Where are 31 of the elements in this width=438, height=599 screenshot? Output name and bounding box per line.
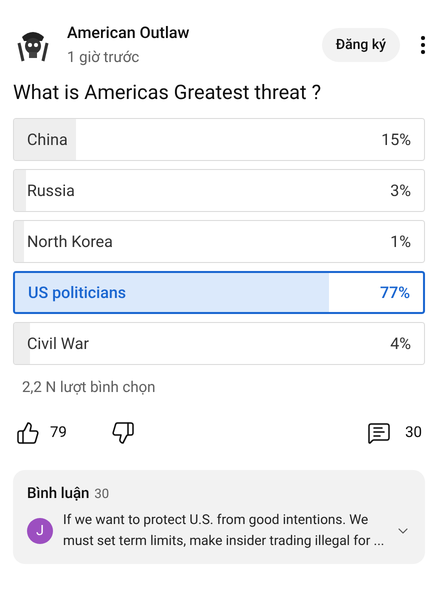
subscribe-button[interactable]: Đăng ký bbox=[322, 28, 400, 62]
like-icon[interactable] bbox=[16, 420, 40, 444]
user-avatar: J bbox=[27, 518, 53, 544]
poll-option[interactable]: North Korea 1% bbox=[13, 220, 425, 263]
option-label: China bbox=[27, 128, 68, 150]
comment-count: 30 bbox=[405, 422, 422, 444]
post-time: 1 giờ trước bbox=[67, 47, 140, 68]
option-label: Russia bbox=[27, 180, 75, 202]
comments-count: 30 bbox=[94, 486, 110, 504]
comment-icon[interactable] bbox=[367, 420, 392, 444]
option-percent: 4% bbox=[390, 332, 411, 354]
poll-option[interactable]: US politicians 77% bbox=[13, 271, 425, 314]
like-count: 79 bbox=[50, 422, 67, 444]
poll-question: What is Americas Greatest threat ? bbox=[12, 79, 322, 106]
poll-option[interactable]: China 15% bbox=[13, 118, 425, 161]
option-percent: 15% bbox=[381, 128, 411, 150]
option-label: Civil War bbox=[27, 332, 89, 354]
poll-option[interactable]: Russia 3% bbox=[13, 169, 425, 212]
option-percent: 77% bbox=[380, 282, 410, 304]
vote-count: 2,2 N lượt bình chọn bbox=[21, 377, 156, 398]
author-name[interactable]: American Outlaw bbox=[67, 22, 322, 44]
poll-option[interactable]: Civil War 4% bbox=[13, 322, 425, 365]
option-percent: 3% bbox=[390, 180, 411, 202]
option-label: North Korea bbox=[27, 230, 113, 252]
option-percent: 1% bbox=[390, 230, 411, 252]
comments-title: Bình luận bbox=[27, 482, 90, 504]
comment-text: If we want to protect U.S. from good intentions. We must set term limits, make insider trading illegal for ... bbox=[63, 511, 385, 551]
comments-card[interactable]: Bình luận 30 J If we want to protect U.S. from good intentions. We must set term limits, make insider trading illegal for ... bbox=[13, 470, 425, 564]
more-icon[interactable] bbox=[420, 35, 426, 55]
option-label: US politicians bbox=[28, 282, 126, 304]
dislike-icon[interactable] bbox=[110, 420, 135, 444]
